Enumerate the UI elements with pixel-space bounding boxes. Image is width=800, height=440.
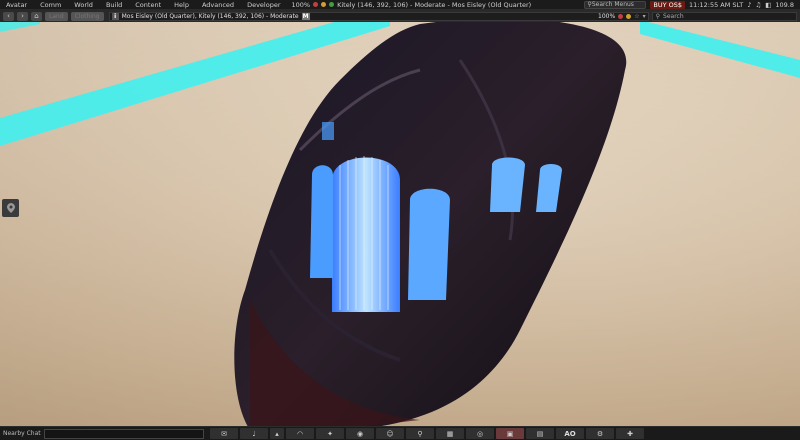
- snapshot-camera-icon[interactable]: ▣: [496, 428, 524, 439]
- minimap-icon[interactable]: ◎: [466, 428, 494, 439]
- headphones-icon[interactable]: ◠: [286, 428, 314, 439]
- search-icon[interactable]: ⚲: [406, 428, 434, 439]
- menu-bar: Avatar Comm World Build Content Help Adv…: [0, 0, 800, 10]
- location-pin-icon: [6, 203, 15, 213]
- view-eye-icon[interactable]: ◉: [346, 428, 374, 439]
- microphone-icon[interactable]: ♩: [240, 428, 268, 439]
- info-icon[interactable]: i: [111, 12, 119, 20]
- search-menus-placeholder: Search Menus: [591, 1, 634, 8]
- engine-glow-left: [310, 165, 333, 278]
- chat-bubble-icon[interactable]: ✉: [210, 428, 238, 439]
- menu-bar-right: ⚲ Search Menus BUY OS$ 11:12:55 AM SLT ♪…: [584, 0, 800, 9]
- location-input[interactable]: i Mos Eisley (Old Quarter), Kitely (146,…: [108, 11, 649, 21]
- location-right: 100% ☆ ▾: [598, 13, 648, 20]
- voice-status-icon[interactable]: [313, 2, 319, 7]
- speaker-icon[interactable]: ♪: [747, 1, 751, 9]
- media-icon[interactable]: ♫: [755, 1, 761, 9]
- places-sidebar-button[interactable]: [2, 199, 19, 217]
- inventory-icon[interactable]: ▤: [526, 428, 554, 439]
- animation-override-button[interactable]: AO: [556, 428, 584, 439]
- land-button[interactable]: Land: [45, 11, 68, 21]
- nearby-chat-label[interactable]: Nearby Chat: [0, 430, 44, 437]
- bandwidth-percent: 100%: [291, 0, 311, 9]
- no-voice-icon: [618, 13, 624, 19]
- fps-readout: 109.8: [775, 0, 794, 9]
- home-icon: ⌂: [34, 12, 39, 20]
- home-button[interactable]: ⌂: [31, 11, 42, 21]
- settings-gear-icon[interactable]: ⚙: [586, 428, 614, 439]
- world-viewport[interactable]: [0, 0, 800, 440]
- menu-advanced[interactable]: Advanced: [196, 1, 241, 9]
- speak-dropdown-icon[interactable]: ▴: [270, 428, 284, 439]
- region-info[interactable]: Kitely (146, 392, 106) - Moderate - Mos …: [337, 1, 531, 9]
- scene-render: [0, 0, 800, 440]
- menu-help[interactable]: Help: [168, 1, 196, 9]
- chat-input[interactable]: [44, 428, 204, 439]
- clock: 11:12:55 AM SLT: [689, 0, 744, 9]
- zoom-level: 100%: [598, 12, 616, 20]
- map-icon[interactable]: ▦: [436, 428, 464, 439]
- forward-button[interactable]: ›: [17, 11, 28, 21]
- people-icon[interactable]: ☺: [376, 428, 404, 439]
- script-status-icon[interactable]: [329, 2, 335, 7]
- search-menus-input[interactable]: ⚲ Search Menus: [584, 0, 647, 9]
- favorite-star-icon[interactable]: ☆: [634, 13, 639, 20]
- clothing-button[interactable]: Clothing: [70, 11, 104, 21]
- parcel-flag-icon[interactable]: [321, 2, 327, 7]
- menu-content[interactable]: Content: [129, 1, 168, 9]
- bottom-toolbar: Nearby Chat ✉ ♩ ▴ ◠ ✦ ◉ ☺ ⚲ ▦ ◎ ▣ ▤ AO ⚙…: [0, 426, 800, 440]
- outfit-shirt-icon[interactable]: ✚: [616, 428, 644, 439]
- navigation-bar: ‹ › ⌂ Land Clothing i Mos Eisley (Old Qu…: [0, 10, 800, 22]
- menu-world[interactable]: World: [68, 1, 100, 9]
- no-fly-icon: [626, 13, 632, 19]
- engine-glow-right: [408, 188, 450, 300]
- search-input[interactable]: ⚲ Search: [651, 11, 797, 21]
- search-placeholder: Search: [663, 12, 684, 20]
- dropdown-icon[interactable]: ▾: [643, 13, 646, 20]
- engine-glow-center: [332, 157, 400, 312]
- location-text: Mos Eisley (Old Quarter), Kitely (146, 3…: [121, 12, 299, 20]
- volume-icon[interactable]: ◧: [765, 1, 771, 9]
- buy-currency-button[interactable]: BUY OS$: [650, 0, 686, 9]
- back-button[interactable]: ‹: [3, 11, 14, 21]
- menu-developer[interactable]: Developer: [241, 1, 287, 9]
- toolbar-buttons: ✉ ♩ ▴ ◠ ✦ ◉ ☺ ⚲ ▦ ◎ ▣ ▤ AO ⚙ ✚: [210, 428, 644, 439]
- search-icon: ⚲: [655, 12, 661, 20]
- menu-comm[interactable]: Comm: [34, 1, 68, 9]
- region-status: 100% Kitely (146, 392, 106) - Moderate -…: [292, 1, 532, 9]
- menu-build[interactable]: Build: [100, 1, 129, 9]
- maturity-badge: M: [301, 12, 310, 20]
- walk-icon[interactable]: ✦: [316, 428, 344, 439]
- menu-avatar[interactable]: Avatar: [0, 1, 34, 9]
- engine-glow-far1: [490, 157, 525, 212]
